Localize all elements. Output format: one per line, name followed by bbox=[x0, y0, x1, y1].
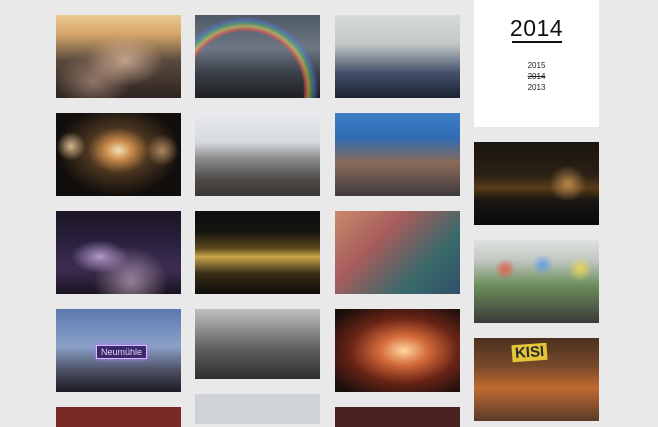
gallery-photo-kisi-stand[interactable]: KISI bbox=[474, 338, 599, 421]
year-link-2015[interactable]: 2015 bbox=[474, 60, 599, 71]
gallery-photo-performer[interactable] bbox=[335, 15, 460, 98]
year-link-2014[interactable]: 2014 bbox=[474, 71, 599, 82]
year-link-2013[interactable]: 2013 bbox=[474, 82, 599, 93]
gallery-photo-harbor-night[interactable] bbox=[474, 142, 599, 225]
year-title-underline bbox=[512, 41, 562, 43]
kisi-sign: KISI bbox=[511, 342, 548, 363]
neumuehle-sign: Neumühle bbox=[96, 345, 148, 359]
gallery-photo-row5-col2[interactable] bbox=[195, 394, 320, 424]
gallery-photo-colorful-hats[interactable] bbox=[474, 240, 599, 323]
gallery-photo-stage-lights[interactable] bbox=[56, 113, 181, 196]
gallery-photo-rainbow-stage[interactable] bbox=[195, 15, 320, 98]
gallery-photo-crowd-tent[interactable] bbox=[56, 15, 181, 98]
gallery-photo-night-stage[interactable] bbox=[56, 211, 181, 294]
gallery-photo-smoke-crowd[interactable] bbox=[335, 309, 460, 392]
gallery-photo-neumuehle-sign[interactable]: Neumühle bbox=[56, 309, 181, 392]
gallery-photo-illuminated-stage[interactable] bbox=[195, 211, 320, 294]
gallery-photo-row5-col3[interactable] bbox=[335, 407, 460, 427]
year-title: 2014 bbox=[509, 15, 564, 41]
year-navigation-panel: 2014 2015 2014 2013 bbox=[474, 0, 599, 127]
year-list: 2015 2014 2013 bbox=[474, 60, 599, 93]
gallery-photo-fans-cheering[interactable] bbox=[335, 211, 460, 294]
gallery-photo-row5-col1[interactable] bbox=[56, 407, 181, 427]
gallery-photo-big-crowd[interactable] bbox=[195, 113, 320, 196]
gallery-photo-harbor-aerial[interactable] bbox=[195, 309, 320, 379]
gallery-photo-fans-barrier[interactable] bbox=[335, 113, 460, 196]
